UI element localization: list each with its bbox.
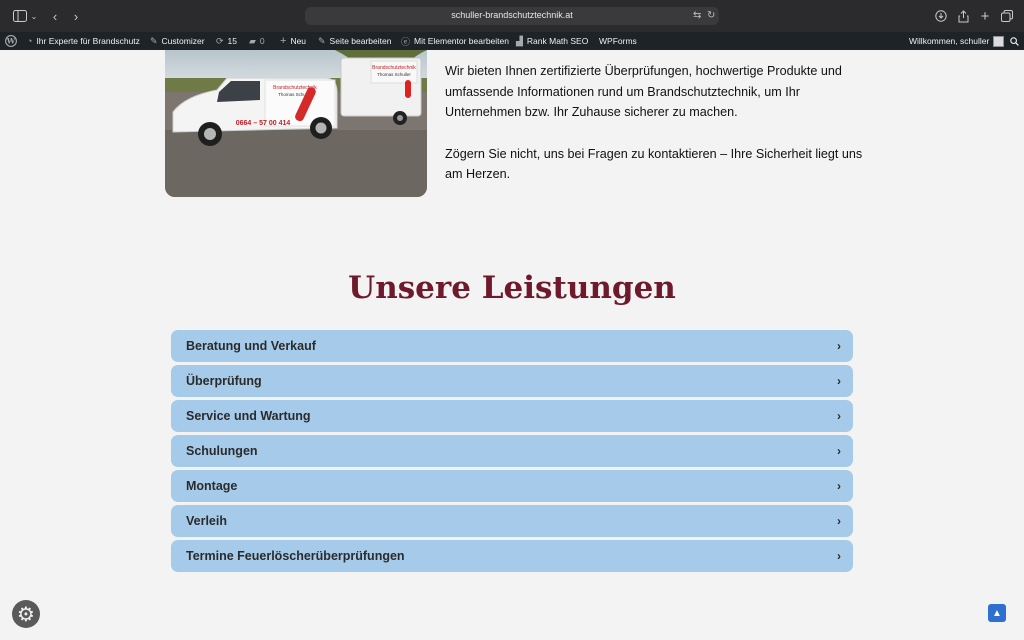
hero-van-photo: Brandschutztechnik Thomas Schuller Brand… xyxy=(165,50,427,197)
admin-bar-wpforms[interactable]: WPForms xyxy=(599,32,637,50)
admin-bar-elementor[interactable]: ⓔ Mit Elementor bearbeiten xyxy=(401,32,509,50)
elementor-icon: ⓔ xyxy=(401,36,411,47)
accordion-item-label: Beratung und Verkauf xyxy=(186,339,316,353)
chevron-right-icon: › xyxy=(837,374,841,388)
intro-text: Wir bieten Ihnen zertifizierte Überprüfu… xyxy=(445,61,865,185)
van-phone-number: 0664 – 57 00 414 xyxy=(236,120,291,127)
admin-bar-site-name[interactable]: ◔ Ihr Experte für Brandschutz xyxy=(27,32,140,50)
updates-count: 15 xyxy=(227,36,238,46)
accordion-item-verleih[interactable]: Verleih › xyxy=(171,505,853,537)
accordion-item-montage[interactable]: Montage › xyxy=(171,470,853,502)
accordion-item-service[interactable]: Service und Wartung › xyxy=(171,400,853,432)
forward-icon[interactable]: › xyxy=(68,8,84,24)
dashboard-icon: ◔ xyxy=(27,36,33,46)
back-icon[interactable]: ‹ xyxy=(47,8,63,24)
accordion-item-label: Schulungen xyxy=(186,444,258,458)
accordion-item-label: Service und Wartung xyxy=(186,409,311,423)
admin-bar-account[interactable]: Willkommen, schuller xyxy=(909,32,1005,50)
comments-count: 0 xyxy=(259,36,265,46)
address-bar[interactable]: schuller-brandschutztechnik.at ⇆ ↻ xyxy=(305,7,719,25)
trailer-brand-title: Brandschutztechnik xyxy=(372,65,416,71)
chevron-up-icon: ▲ xyxy=(992,607,1002,619)
updates-icon: ⟳ xyxy=(216,35,224,46)
browser-toolbar: ⌄ ‹ › schuller-brandschutztechnik.at ⇆ ↻… xyxy=(0,0,1024,32)
accordion-item-termine[interactable]: Termine Feuerlöscherüberprüfungen › xyxy=(171,540,853,572)
wpforms-label: WPForms xyxy=(599,36,637,46)
admin-bar-edit-page[interactable]: ✎ Seite bearbeiten xyxy=(318,32,391,50)
accordion-item-label: Verleih xyxy=(186,514,227,528)
chevron-right-icon: › xyxy=(837,479,841,493)
share-icon[interactable] xyxy=(955,8,971,24)
accordion-item-ueberpruefung[interactable]: Überprüfung › xyxy=(171,365,853,397)
new-label: Neu xyxy=(290,36,307,46)
reload-icon[interactable]: ↻ xyxy=(707,10,715,21)
avatar xyxy=(993,35,1005,47)
intro-paragraph-1: Wir bieten Ihnen zertifizierte Überprüfu… xyxy=(445,64,842,119)
wordpress-logo-icon[interactable]: W xyxy=(5,32,17,50)
rank-math-icon: ▟ xyxy=(516,35,523,46)
chevron-right-icon: › xyxy=(837,339,841,353)
greeting-label: Willkommen, schuller xyxy=(909,36,990,46)
chevron-right-icon: › xyxy=(837,444,841,458)
scroll-to-top-button[interactable]: ▲ xyxy=(988,604,1006,622)
admin-bar-search-icon[interactable] xyxy=(1010,32,1019,50)
intro-paragraph-2: Zögern Sie nicht, uns bei Fragen zu kont… xyxy=(445,146,863,182)
wp-admin-bar: W ◔ Ihr Experte für Brandschutz ✎ Custom… xyxy=(0,32,1024,50)
accordion-item-label: Überprüfung xyxy=(186,374,262,388)
brush-icon: ✎ xyxy=(150,35,158,46)
tab-overview-icon[interactable] xyxy=(999,8,1015,24)
services-accordion: Beratung und Verkauf › Überprüfung › Ser… xyxy=(171,330,853,575)
accordion-item-label: Termine Feuerlöscherüberprüfungen xyxy=(186,549,405,563)
edit-page-label: Seite bearbeiten xyxy=(329,36,392,46)
svg-text:W: W xyxy=(6,37,16,46)
translate-icon[interactable]: ⇆ xyxy=(693,10,701,21)
accordion-item-beratung[interactable]: Beratung und Verkauf › xyxy=(171,330,853,362)
admin-bar-updates[interactable]: ⟳ 15 xyxy=(216,32,237,50)
section-title: Unsere Leistungen xyxy=(348,270,676,306)
admin-bar-new[interactable]: + Neu xyxy=(280,32,306,50)
chevron-right-icon: › xyxy=(837,409,841,423)
admin-bar-rank-math[interactable]: ▟ Rank Math SEO xyxy=(516,32,588,50)
sidebar-toggle-icon[interactable] xyxy=(12,8,28,24)
accordion-item-schulungen[interactable]: Schulungen › xyxy=(171,435,853,467)
accordion-item-label: Montage xyxy=(186,479,238,493)
download-icon[interactable] xyxy=(933,8,949,24)
chevron-right-icon: › xyxy=(837,514,841,528)
elementor-label: Mit Elementor bearbeiten xyxy=(414,36,509,46)
url-text: schuller-brandschutztechnik.at xyxy=(451,10,573,20)
rank-math-label: Rank Math SEO xyxy=(526,36,589,46)
gear-icon: ⚙ xyxy=(17,603,35,626)
chevron-right-icon: › xyxy=(837,549,841,563)
plus-icon: + xyxy=(280,35,287,47)
pencil-icon: ✎ xyxy=(318,35,326,46)
admin-bar-comments[interactable]: ▰ 0 xyxy=(249,32,265,50)
trailer-brand-name: Thomas Schuller xyxy=(377,72,411,77)
chevron-down-icon[interactable]: ⌄ xyxy=(29,8,39,24)
admin-bar-customizer[interactable]: ✎ Customizer xyxy=(150,32,205,50)
comment-icon: ▰ xyxy=(249,35,256,46)
customizer-label: Customizer xyxy=(161,36,205,46)
cookie-settings-button[interactable]: ⚙ xyxy=(12,600,40,628)
new-tab-icon[interactable]: + xyxy=(977,8,993,25)
site-name-label: Ihr Experte für Brandschutz xyxy=(36,36,140,46)
